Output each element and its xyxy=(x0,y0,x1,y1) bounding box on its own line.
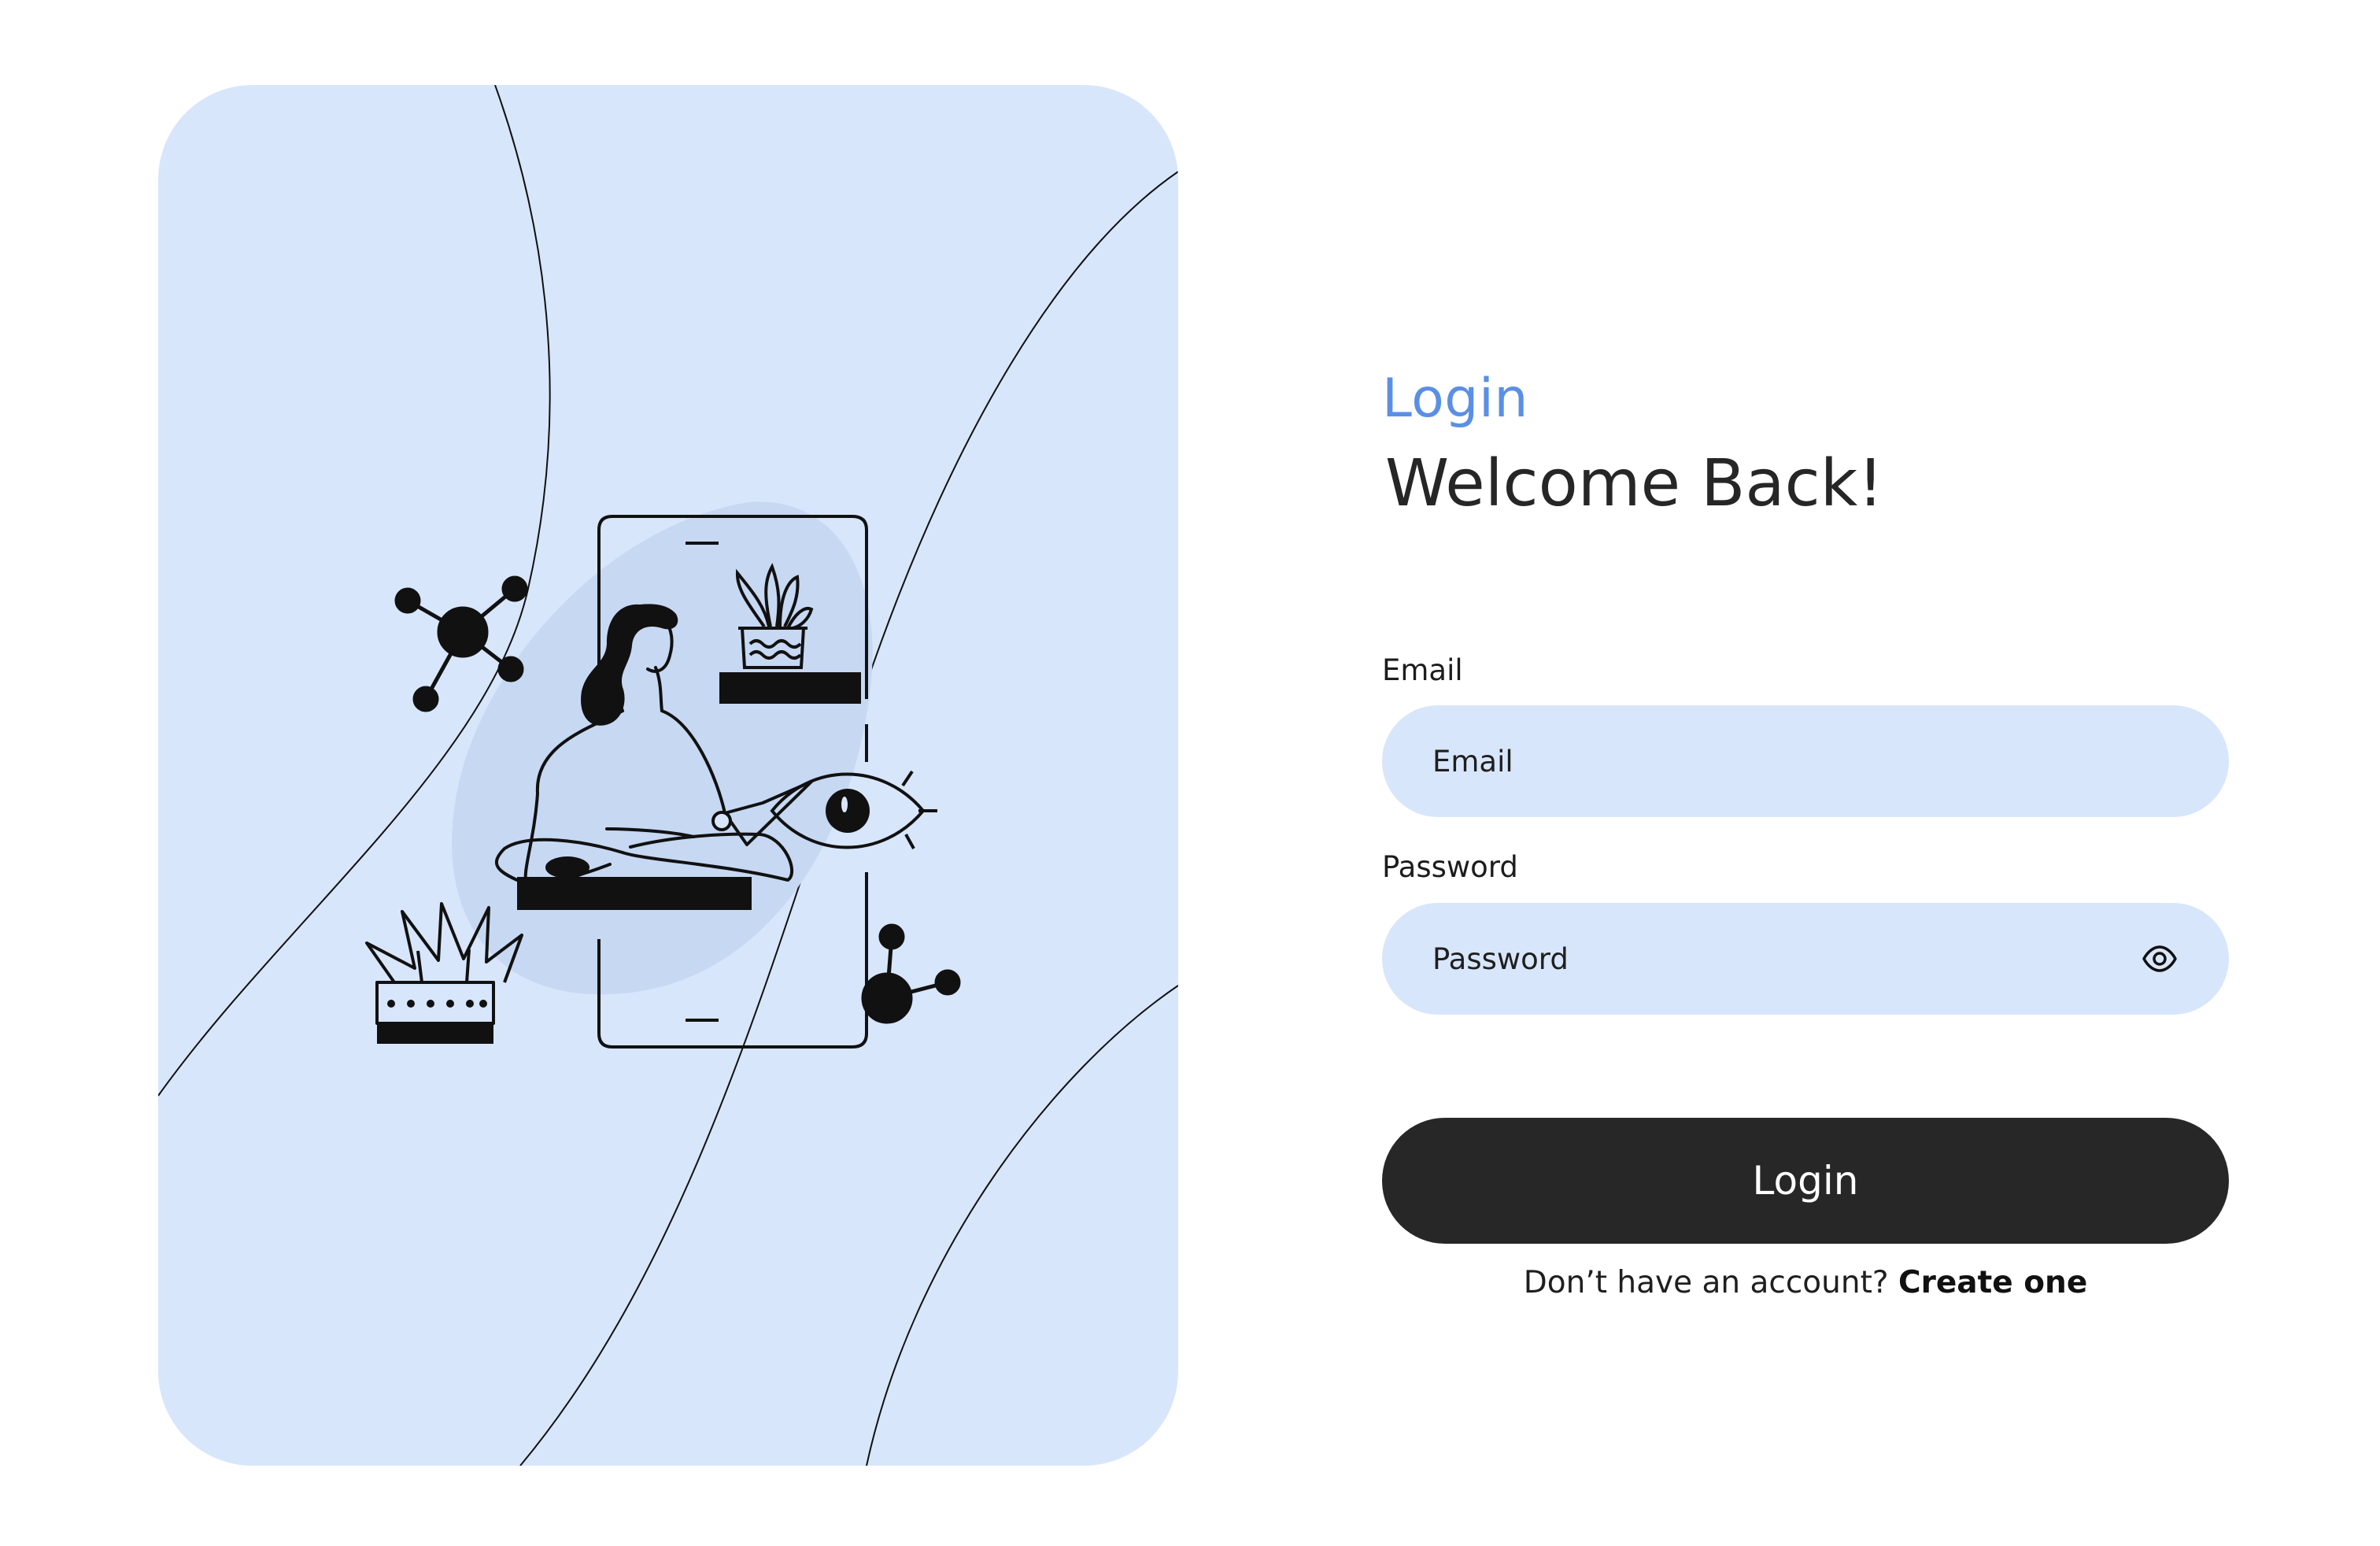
login-illustration xyxy=(158,85,1178,1466)
email-field[interactable] xyxy=(1432,738,2182,785)
create-account-link[interactable]: Create one xyxy=(1898,1265,2087,1300)
login-button[interactable]: Login xyxy=(1382,1118,2229,1244)
page-title: Welcome Back! xyxy=(1385,446,1884,521)
email-label: Email xyxy=(1382,653,1463,687)
login-page: Login Welcome Back! Email Password Login… xyxy=(0,0,2380,1546)
illustration-card xyxy=(158,85,1178,1466)
show-password-eye-icon[interactable] xyxy=(2138,937,2182,981)
molecule-icon-small xyxy=(861,923,961,1024)
signup-prompt-text: Don’t have an account? xyxy=(1523,1265,1898,1300)
password-field[interactable] xyxy=(1432,935,2138,982)
signup-prompt-row: Don’t have an account? Create one xyxy=(1382,1259,2229,1307)
password-field-container[interactable] xyxy=(1382,903,2229,1015)
password-label: Password xyxy=(1382,850,1518,884)
email-field-container[interactable] xyxy=(1382,705,2229,817)
login-form: Login Welcome Back! Email Password Login… xyxy=(1380,0,2230,1546)
login-eyebrow: Login xyxy=(1382,368,1528,430)
